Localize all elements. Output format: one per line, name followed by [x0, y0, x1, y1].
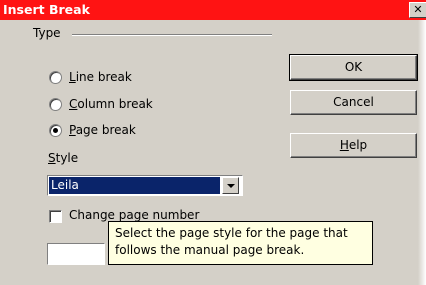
- radio-column-break[interactable]: Column break: [49, 96, 153, 112]
- window-edge: [418, 20, 426, 285]
- radio-line-break[interactable]: Line break: [49, 69, 132, 85]
- style-selected-value[interactable]: Leila: [49, 177, 220, 194]
- change-page-number-checkbox[interactable]: [49, 210, 62, 223]
- radio-button[interactable]: [49, 70, 62, 84]
- page-number-field[interactable]: [47, 243, 105, 265]
- type-group-label: Type: [33, 26, 61, 40]
- style-label: Style: [48, 151, 79, 165]
- insert-break-dialog: Insert Break ✕ Type Line break Column br…: [0, 0, 426, 285]
- title-bar: Insert Break ✕: [0, 0, 426, 20]
- cancel-button[interactable]: Cancel: [290, 90, 417, 115]
- style-tooltip: Select the page style for the page that …: [108, 221, 373, 265]
- tooltip-line-1: Select the page style for the page that: [115, 226, 348, 240]
- radio-dot-icon: [53, 127, 58, 133]
- radio-page-break-label: Page break: [69, 123, 136, 137]
- close-icon: ✕: [413, 3, 423, 16]
- dialog-title: Insert Break: [3, 2, 90, 17]
- radio-line-break-label: Line break: [69, 70, 132, 84]
- style-dropdown[interactable]: Leila: [47, 175, 243, 196]
- radio-column-break-label: Column break: [69, 97, 153, 111]
- radio-page-break[interactable]: Page break: [49, 122, 136, 138]
- change-page-number-label: Change page number: [69, 208, 200, 222]
- radio-button-selected[interactable]: [49, 123, 62, 137]
- tooltip-line-2: follows the manual page break.: [115, 243, 305, 257]
- radio-button[interactable]: [49, 97, 62, 111]
- chevron-down-icon[interactable]: [222, 177, 239, 194]
- close-button[interactable]: ✕: [409, 2, 426, 18]
- help-button[interactable]: Help: [290, 133, 417, 158]
- ok-button[interactable]: OK: [289, 54, 418, 81]
- type-group-divider: [72, 34, 272, 36]
